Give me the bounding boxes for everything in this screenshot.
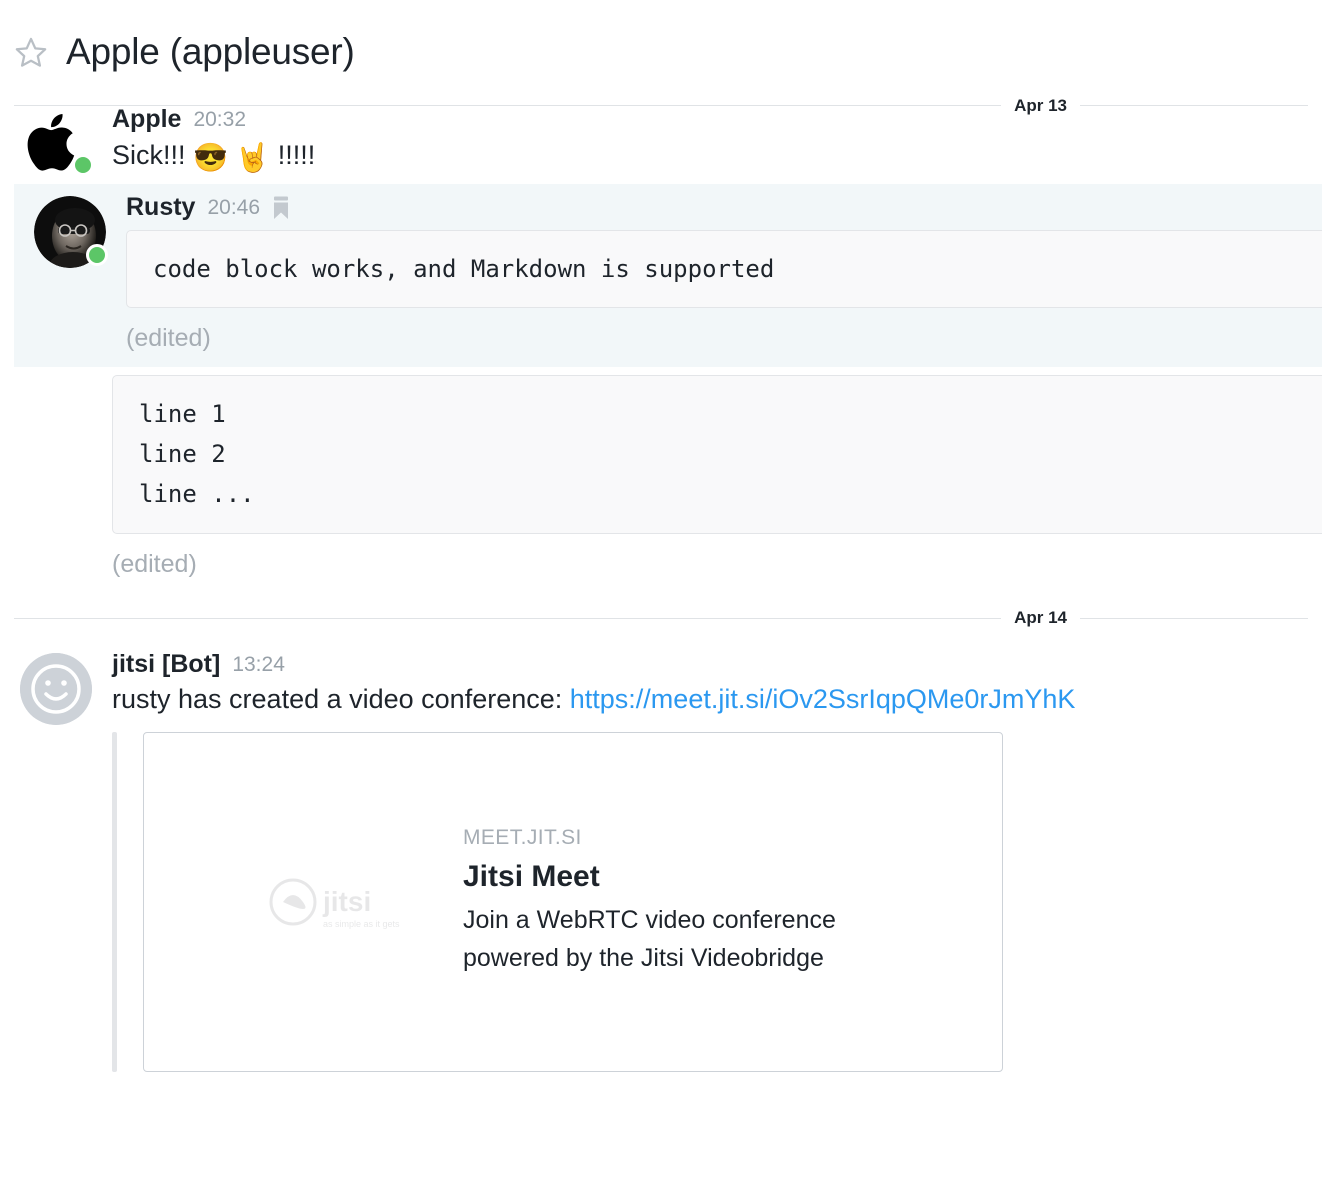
avatar-column [0, 106, 112, 178]
message-timestamp: 13:24 [232, 652, 285, 676]
avatar-column-spacer [0, 367, 112, 579]
date-divider-apr14: Apr 14 [14, 603, 1308, 633]
message-author[interactable]: Apple [112, 105, 181, 134]
message-body: Rusty 20:46 code block works, and Markdo… [126, 193, 1322, 353]
message-meta: Rusty 20:46 [126, 193, 1322, 222]
link-preview-attachment: jitsi as simple as it gets MEET.JIT.SI J… [112, 731, 1322, 1072]
message-body: jitsi [Bot] 13:24 rusty has created a vi… [112, 650, 1322, 1072]
online-status-dot [72, 154, 94, 176]
message-jitsi-bot[interactable]: jitsi [Bot] 13:24 rusty has created a vi… [0, 633, 1322, 1078]
divider-rule [14, 617, 1308, 619]
date-label: Apr 14 [1001, 609, 1080, 627]
smiley-face-icon [20, 652, 92, 725]
jitsi-logo-glyph: jitsi as simple as it gets [269, 878, 400, 929]
message-body: line 1 line 2 line ... (edited) [112, 367, 1322, 579]
code-block: line 1 line 2 line ... [112, 374, 1322, 534]
message-author[interactable]: jitsi [Bot] [112, 650, 220, 679]
rock-on-hand-emoji: 🤘 [235, 141, 271, 173]
avatar[interactable] [20, 106, 94, 178]
message-text-prefix: rusty has created a video conference: [112, 684, 570, 715]
message-text: rusty has created a video conference: ht… [112, 682, 1322, 718]
online-status-dot [86, 244, 108, 266]
avatar-column [0, 651, 112, 1072]
attachment-quote-bar [112, 731, 117, 1072]
message-meta: Apple 20:32 [112, 105, 1322, 134]
preview-site-name: MEET.JIT.SI [463, 826, 582, 850]
preview-title: Jitsi Meet [463, 860, 600, 894]
message-rusty-lines[interactable]: line 1 line 2 line ... (edited) [0, 367, 1322, 579]
avatar-column [14, 194, 126, 353]
smiley-bot-avatar [20, 652, 92, 725]
message-rusty-code[interactable]: Rusty 20:46 code block works, and Markdo… [14, 184, 1322, 367]
svg-text:jitsi: jitsi [322, 886, 371, 917]
message-text: Sick!!! 😎 🤘 !!!!! [112, 138, 1322, 177]
edited-label: (edited) [112, 549, 197, 578]
message-text-tail: !!!!! [270, 139, 316, 170]
preview-content: jitsi as simple as it gets MEET.JIT.SI J… [263, 826, 883, 977]
preview-description: Join a WebRTC video conference powered b… [463, 906, 836, 972]
preview-text-block: MEET.JIT.SI Jitsi Meet Join a WebRTC vid… [463, 826, 883, 977]
svg-text:as simple as it gets: as simple as it gets [323, 919, 400, 929]
message-body: Apple 20:32 Sick!!! 😎 🤘 !!!!! [112, 105, 1322, 178]
page-title: Apple (appleuser) [66, 31, 355, 72]
message-author[interactable]: Rusty [126, 193, 195, 222]
bookmark-icon[interactable] [272, 196, 290, 220]
code-block: code block works, and Markdown is suppor… [126, 229, 1322, 308]
avatar[interactable] [20, 652, 92, 725]
message-meta: jitsi [Bot] 13:24 [112, 650, 1322, 679]
message-text-lead: Sick!!! [112, 139, 194, 170]
jitsi-logo-icon: jitsi as simple as it gets [263, 857, 423, 947]
conference-link[interactable]: https://meet.jit.si/iOv2SsrIqpQMe0rJmYhK [570, 684, 1076, 714]
avatar[interactable] [34, 196, 108, 268]
channel-header: Apple (appleuser) [0, 0, 1322, 90]
message-timestamp: 20:32 [193, 108, 247, 132]
favorite-star-icon[interactable] [14, 35, 48, 69]
sunglasses-emoji: 😎 [193, 141, 228, 173]
link-preview-card[interactable]: jitsi as simple as it gets MEET.JIT.SI J… [143, 731, 1003, 1072]
bookmark-glyph [274, 196, 289, 219]
message-apple-sick[interactable]: Apple 20:32 Sick!!! 😎 🤘 !!!!! [0, 105, 1322, 184]
message-timestamp: 20:46 [207, 196, 261, 220]
edited-label: (edited) [126, 323, 211, 352]
